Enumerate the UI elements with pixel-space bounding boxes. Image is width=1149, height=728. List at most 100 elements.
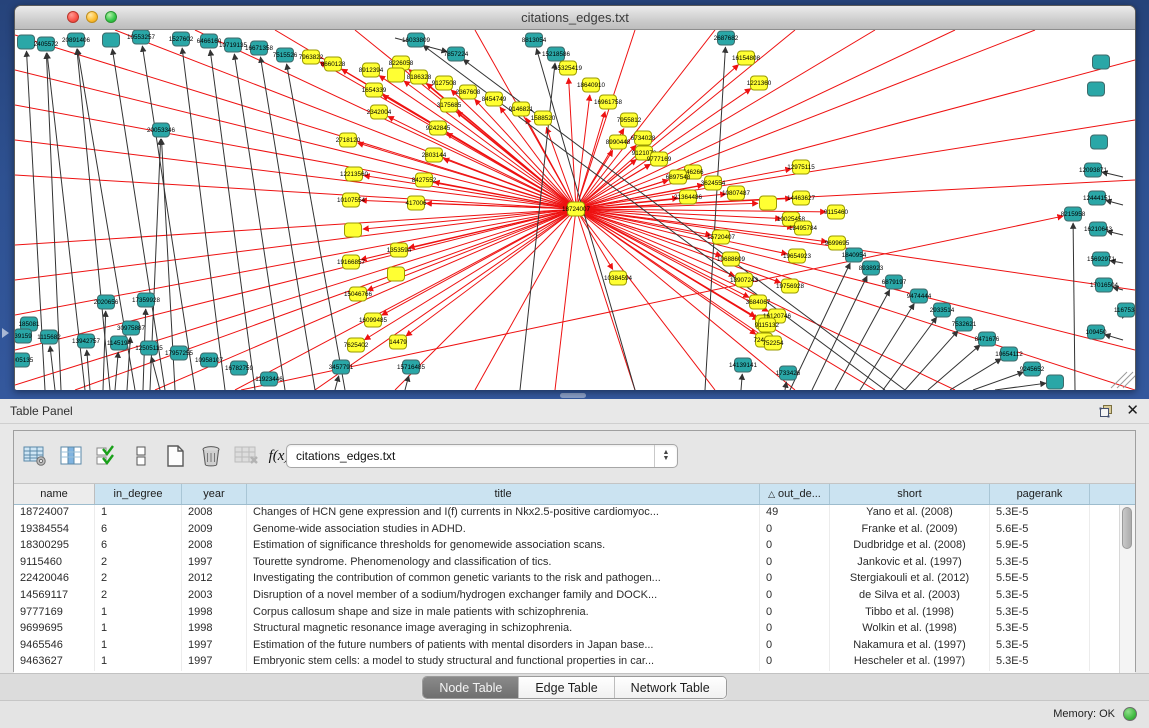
table-row[interactable]: 1830029562008Estimation of significance … <box>14 538 1135 555</box>
graph-node-teal[interactable]: 13942757 <box>72 334 101 348</box>
column-header-out-de-[interactable]: △out_de... <box>760 484 830 504</box>
cell-out-de-[interactable]: 0 <box>760 621 830 638</box>
graph-node-yellow[interactable]: 10384594 <box>604 271 633 285</box>
cell-name[interactable]: 9115460 <box>14 555 95 572</box>
row-height-icon[interactable] <box>128 443 154 469</box>
graph-node-teal[interactable]: 16782759 <box>225 361 254 375</box>
graph-node-teal[interactable] <box>1091 135 1108 149</box>
cell-name[interactable]: 19384554 <box>14 522 95 539</box>
cell-out-de-[interactable]: 0 <box>760 638 830 655</box>
graph-node-teal[interactable]: 17359928 <box>132 293 161 307</box>
graph-node-teal[interactable]: 2687682 <box>714 31 739 45</box>
vertical-scrollbar[interactable] <box>1119 505 1135 674</box>
cell-out-de-[interactable]: 0 <box>760 538 830 555</box>
graph-node-teal[interactable]: 12444151 <box>1083 191 1112 205</box>
graph-node-teal[interactable]: 15716485 <box>397 360 426 374</box>
table-selector-dropdown[interactable]: citations_edges.txt ▲▼ <box>286 444 678 468</box>
cell-pagerank[interactable]: 5.3E-5 <box>990 555 1090 572</box>
cell-out-de-[interactable]: 49 <box>760 505 830 522</box>
new-attribute-icon[interactable] <box>162 443 188 469</box>
graph-node-teal[interactable]: 1145194 <box>107 336 132 350</box>
graph-node-yellow[interactable]: 15325419 <box>554 61 583 75</box>
cell-out-de-[interactable]: 0 <box>760 588 830 605</box>
graph-node-yellow[interactable]: 2718120 <box>336 133 361 147</box>
graph-node-teal[interactable]: 16671358 <box>245 41 274 55</box>
memory-status-indicator[interactable] <box>1123 707 1137 721</box>
graph-node-yellow[interactable]: 8186328 <box>407 70 432 84</box>
graph-node-yellow[interactable]: 14479 <box>389 335 407 349</box>
cell-in-degree[interactable]: 6 <box>95 538 182 555</box>
graph-node-yellow[interactable] <box>388 68 405 82</box>
graph-node-yellow[interactable]: 8990448 <box>606 135 631 149</box>
cell-year[interactable]: 1997 <box>182 638 247 655</box>
graph-node-yellow[interactable]: 9146821 <box>509 102 534 116</box>
graph-node-teal[interactable]: 14139141 <box>729 358 758 372</box>
cell-short[interactable]: Nakamura et al. (1997) <box>830 638 990 655</box>
graph-node-yellow[interactable]: 417006 <box>405 196 427 210</box>
graph-node-teal[interactable]: 109450 <box>1085 325 1107 339</box>
graph-node-teal[interactable]: 15218586 <box>542 47 571 61</box>
table-row[interactable]: 1938455462009Genome-wide association stu… <box>14 522 1135 539</box>
graph-node-yellow[interactable]: 752254 <box>762 336 784 350</box>
table-row[interactable]: 946362711997Embryonic stem cells: a mode… <box>14 654 1135 671</box>
graph-node-teal[interactable]: 20891406 <box>62 33 91 47</box>
cell-name[interactable]: 18300295 <box>14 538 95 555</box>
graph-node-yellow[interactable]: 14463627 <box>787 191 816 205</box>
cell-in-degree[interactable]: 6 <box>95 522 182 539</box>
graph-node-teal[interactable]: 1527602 <box>169 32 194 46</box>
close-panel-icon[interactable]: ✕ <box>1126 401 1139 419</box>
graph-node-yellow[interactable] <box>345 223 362 237</box>
graph-node-yellow[interactable]: 1221360 <box>747 76 772 90</box>
graph-node-teal[interactable] <box>1047 375 1064 389</box>
scrollbar-thumb[interactable] <box>1122 507 1132 549</box>
table-row[interactable]: 2242004622012Investigating the contribut… <box>14 571 1135 588</box>
cell-pagerank[interactable]: 5.3E-5 <box>990 654 1090 671</box>
graph-node-teal[interactable]: 2020656 <box>94 295 119 309</box>
graph-node-yellow[interactable]: 7955812 <box>617 113 642 127</box>
cell-title[interactable]: Estimation of the future numbers of pati… <box>247 638 760 655</box>
cell-year[interactable]: 2003 <box>182 588 247 605</box>
splitter-handle[interactable] <box>560 393 586 398</box>
cell-title[interactable]: Genome-wide association studies in ADHD. <box>247 522 760 539</box>
cell-pagerank[interactable]: 5.3E-5 <box>990 621 1090 638</box>
cell-pagerank[interactable]: 5.9E-5 <box>990 538 1090 555</box>
graph-node-teal[interactable]: 10719135 <box>219 38 248 52</box>
graph-node-teal[interactable]: 7532621 <box>952 317 977 331</box>
cell-in-degree[interactable]: 2 <box>95 555 182 572</box>
graph-node-teal[interactable]: 39159 <box>15 329 32 343</box>
table-row[interactable]: 946554611997Estimation of the future num… <box>14 638 1135 655</box>
cell-out-de-[interactable]: 0 <box>760 605 830 622</box>
cell-out-de-[interactable]: 0 <box>760 654 830 671</box>
column-header-in-degree[interactable]: in_degree <box>95 484 182 504</box>
graph-node-teal[interactable]: 10654112 <box>995 347 1023 361</box>
cell-pagerank[interactable]: 5.6E-5 <box>990 522 1090 539</box>
cell-short[interactable]: Stergiakouli et al. (2012) <box>830 571 990 588</box>
cell-short[interactable]: Franke et al. (2009) <box>830 522 990 539</box>
cell-in-degree[interactable]: 1 <box>95 654 182 671</box>
cell-year[interactable]: 2009 <box>182 522 247 539</box>
graph-node-yellow[interactable] <box>388 267 405 281</box>
tab-node-table[interactable]: Node Table <box>423 677 519 698</box>
graph-node-yellow[interactable]: 15046766 <box>344 287 373 301</box>
cell-short[interactable]: Wolkin et al. (1998) <box>830 621 990 638</box>
graph-node-yellow[interactable]: 2367608 <box>456 85 481 99</box>
graph-node-teal[interactable]: 7515526 <box>273 48 298 62</box>
graph-node-yellow[interactable]: 12213560 <box>340 167 369 181</box>
graph-node-teal[interactable]: 15692971 <box>1087 252 1116 266</box>
cell-title[interactable]: Disruption of a novel member of a sodium… <box>247 588 760 605</box>
cell-short[interactable]: Yano et al. (2008) <box>830 505 990 522</box>
tab-edge-table[interactable]: Edge Table <box>519 677 614 698</box>
graph-node-yellow[interactable]: 8912394 <box>359 63 384 77</box>
graph-node-teal[interactable]: 5905135 <box>15 353 34 367</box>
column-header-short[interactable]: short <box>830 484 990 504</box>
graph-node-teal[interactable]: 16210643 <box>1084 222 1113 236</box>
column-header-pagerank[interactable]: pagerank <box>990 484 1090 504</box>
graph-node-teal[interactable]: 6879197 <box>882 275 907 289</box>
graph-node-yellow[interactable]: 21364486 <box>674 190 703 204</box>
graph-node-teal[interactable]: 17016504 <box>1090 278 1119 292</box>
cell-in-degree[interactable]: 1 <box>95 505 182 522</box>
hidden-panel-arrow[interactable] <box>2 328 9 338</box>
window-titlebar[interactable]: citations_edges.txt <box>15 6 1135 30</box>
cell-name[interactable]: 9465546 <box>14 638 95 655</box>
cell-short[interactable]: Hescheler et al. (1997) <box>830 654 990 671</box>
